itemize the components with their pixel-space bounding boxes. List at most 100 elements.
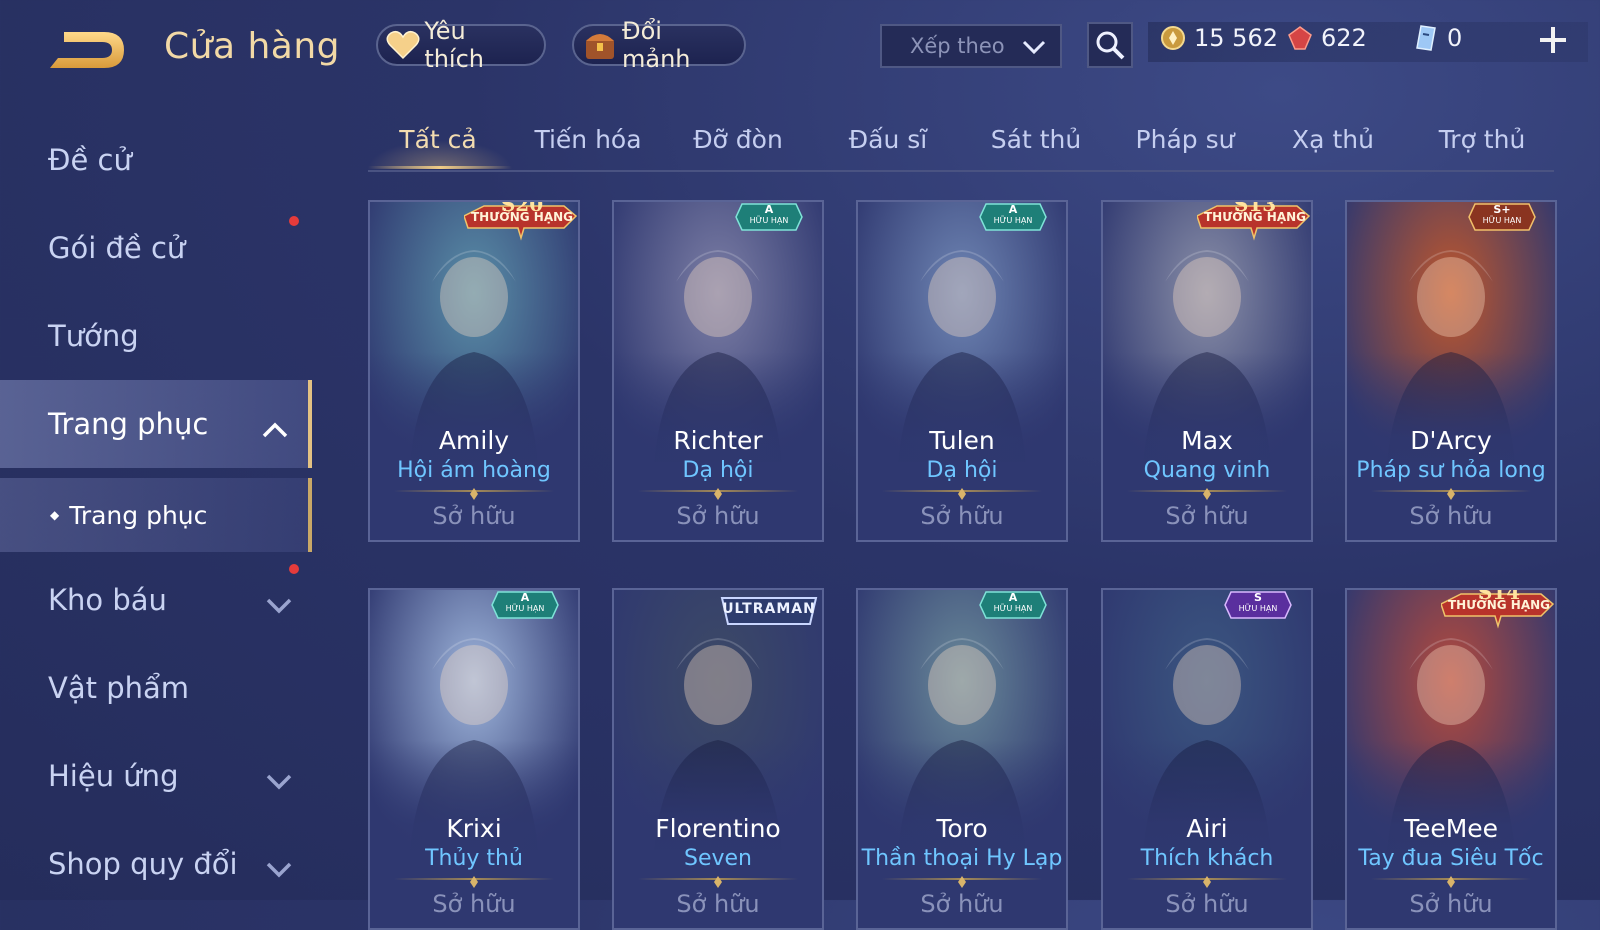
add-currency-button[interactable] [1532,22,1574,64]
ownership-status: Sở hữu [920,502,1004,530]
hero-name: TeeMee [1403,814,1499,843]
sidebar-item-featured[interactable]: Đề cử [0,116,312,204]
skin-name: Thích khách [1140,846,1274,871]
skin-card[interactable]: A HỮU HẠN Richter Dạ hội Sở hữu [612,200,824,542]
sidebar-item-exchange-shop[interactable]: Shop quy đổi [0,820,312,908]
chevron-down-icon [266,852,292,886]
plus-icon [1540,27,1566,53]
sidebar-item-label: Gói đề cử [48,231,186,265]
divider-diamond-icon [1203,485,1211,500]
ownership-status: Sở hữu [1165,890,1249,918]
skin-card[interactable]: A HỮU HẠN Toro Thần thoại Hy Lạp Sở hữu [856,588,1068,930]
sidebar-item-label: Đề cử [48,143,132,177]
skin-name: Pháp sư hỏa long [1356,458,1546,483]
favorite-button[interactable]: Yêu thích [376,17,546,73]
tab-marksman[interactable]: Xạ thủ [1263,120,1403,170]
badge-tier-label: A [520,591,530,604]
tab-mage[interactable]: Pháp sư [1115,120,1255,170]
heart-icon [386,27,420,63]
divider-diamond-icon [470,873,478,888]
ownership-status: Sở hữu [1165,502,1249,530]
treasure-chest-icon [582,27,618,63]
sidebar: Đề cử Gói đề cử Tướng Trang phục ◆ Trang… [0,116,312,900]
limited-badge: S HỮU HẠN [1223,590,1293,624]
divider-diamond-icon [1447,485,1455,500]
exchange-label: Đổi mảnh [622,17,691,73]
sidebar-item-featured-packs[interactable]: Gói đề cử [0,204,312,292]
sidebar-item-treasure[interactable]: Kho báu [0,556,312,644]
divider-diamond-icon [714,873,722,888]
ownership-status: Sở hữu [432,890,516,918]
sidebar-item-effects[interactable]: Hiệu ứng [0,732,312,820]
notification-dot [289,216,299,226]
badge-text: THƯỞNG HẠNG [1203,210,1307,224]
skin-card[interactable]: S14 THƯỞNG HẠNG TeeMee Tay đua Siêu Tốc Sở h… [1345,588,1557,930]
skin-card[interactable]: A HỮU HẠN Tulen Dạ hội Sở hữu [856,200,1068,542]
season-rank-badge: S20 THƯỞNG HẠNG [463,202,578,246]
skin-card[interactable]: S13 THƯỞNG HẠNG Max Quang vinh Sở hữu [1101,200,1313,542]
badge-tier-label: A [1008,203,1018,216]
tab-tank[interactable]: Đỡ đòn [668,120,808,170]
voucher-balance: 0 [1413,24,1462,52]
sidebar-item-label: Kho báu [48,583,167,617]
badge-tier-label: A [764,203,774,216]
hero-name: D'Arcy [1410,426,1492,455]
badge-text: HỮU HẠN [1238,604,1278,613]
favorite-label: Yêu thích [424,17,485,73]
sidebar-item-label: Vật phẩm [48,671,190,705]
page-title: Cửa hàng [164,26,341,67]
limited-badge: A HỮU HẠN [490,590,560,624]
hero-name: Max [1181,426,1233,455]
exchange-fragments-button[interactable]: Đổi mảnh [572,17,746,73]
sidebar-subitem-skins[interactable]: ◆ Trang phục [0,478,312,552]
search-button[interactable] [1087,22,1133,68]
tab-support[interactable]: Trợ thủ [1412,120,1552,170]
ownership-status: Sở hữu [676,502,760,530]
ruby-amount: 622 [1321,24,1367,52]
sidebar-item-skins[interactable]: Trang phục [0,380,312,468]
gold-balance: 15 562 [1160,24,1278,52]
skin-card[interactable]: S20 THƯỞNG HẠNG Amily Hội ám hoàng Sở hữu [368,200,580,542]
badge-text: HỮU HẠN [993,216,1033,225]
sort-placeholder: Xếp theo [910,34,1005,58]
sort-dropdown[interactable]: Xếp theo [880,24,1062,68]
divider-diamond-icon [714,485,722,500]
ruby-balance: 622 [1287,24,1367,52]
back-arrow-icon[interactable] [44,26,130,72]
skin-name: Quang vinh [1143,458,1271,483]
hero-name: Tulen [929,426,995,455]
tab-all[interactable]: Tất cả [368,120,508,170]
limited-badge: S+ HỮU HẠN [1467,202,1537,236]
skin-card[interactable]: ULTRAMAN Florentino Seven Sở hữu [612,588,824,930]
sidebar-item-label: Trang phục [48,407,209,441]
tab-evolution[interactable]: Tiến hóa [518,120,658,170]
tab-assassin[interactable]: Sát thủ [966,120,1106,170]
collab-badge: ULTRAMAN [718,596,820,630]
voucher-amount: 0 [1447,24,1463,52]
hero-name: Richter [673,426,763,455]
active-tab-underline [368,166,512,169]
ownership-status: Sở hữu [676,890,760,918]
limited-badge: A HỮU HẠN [978,590,1048,624]
skin-grid: S20 THƯỞNG HẠNG Amily Hội ám hoàng Sở hữu A HỮ… [368,200,1557,930]
divider-diamond-icon [470,485,478,500]
ownership-status: Sở hữu [920,890,1004,918]
top-bar: Cửa hàng Yêu thích Đổi mảnh Xếp theo 15 … [0,0,1600,96]
badge-tier-label: S+ [1493,203,1511,216]
skin-card[interactable]: A HỮU HẠN Krixi Thủy thủ Sở hữu [368,588,580,930]
tab-fighter[interactable]: Đấu sĩ [818,120,958,170]
sidebar-item-items[interactable]: Vật phẩm [0,644,312,732]
hero-name: Toro [936,814,988,843]
sidebar-item-label: Hiệu ứng [48,759,179,793]
limited-badge: A HỮU HẠN [978,202,1048,236]
sidebar-item-heroes[interactable]: Tướng [0,292,312,380]
chevron-up-icon [262,412,288,446]
skin-name: Tay đua Siêu Tốc [1358,846,1544,871]
hero-name: Krixi [446,814,502,843]
ownership-status: Sở hữu [432,502,516,530]
skin-card[interactable]: S HỮU HẠN Airi Thích khách Sở hữu [1101,588,1313,930]
hero-name: Amily [438,426,510,455]
skin-card[interactable]: S+ HỮU HẠN D'Arcy Pháp sư hỏa long Sở hữu [1345,200,1557,542]
skin-name: Seven [684,846,752,871]
sidebar-subitem-label: Trang phục [69,500,208,530]
